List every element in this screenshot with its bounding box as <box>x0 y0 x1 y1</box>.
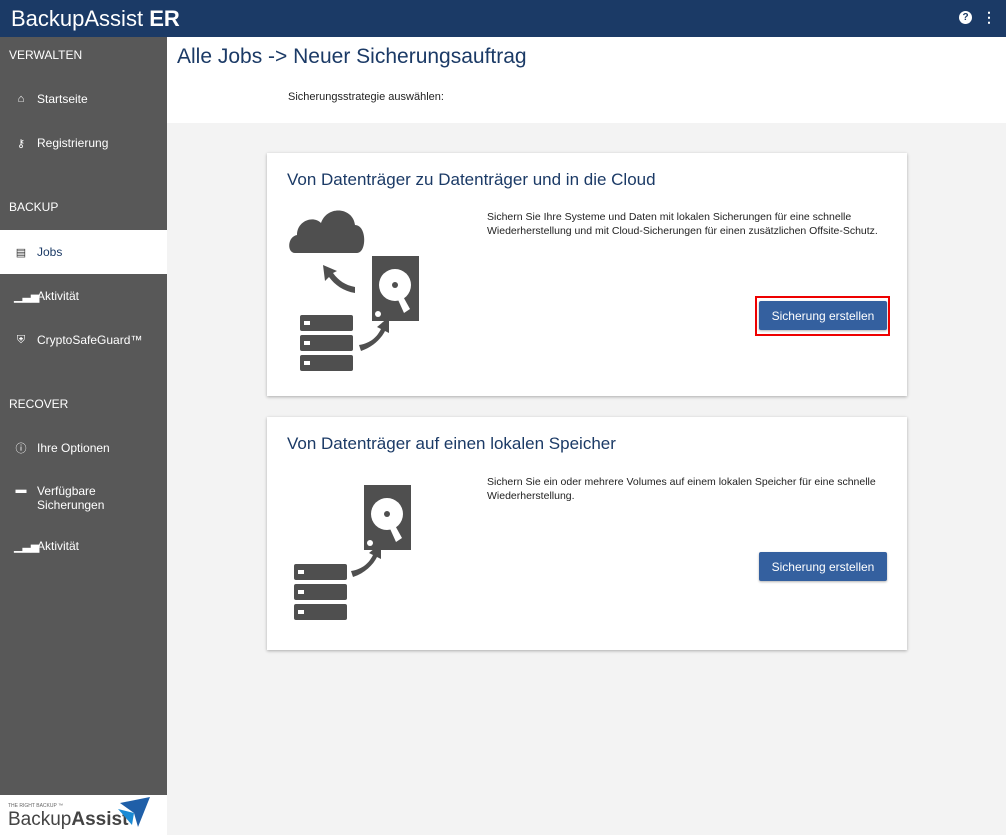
clipboard-icon: ▤ <box>15 246 27 259</box>
sidebar-item-registrierung[interactable]: ⚷ Registrierung <box>0 121 167 165</box>
sidebar-item-startseite[interactable]: ⌂ Startseite <box>0 77 167 121</box>
info-icon: ⓘ <box>15 443 27 455</box>
disk-to-disk-cloud-illustration <box>289 210 419 371</box>
sidebar-item-aktivitaet[interactable]: ▁▃▅ Aktivität <box>0 274 167 318</box>
page-title: Alle Jobs -> Neuer Sicherungsauftrag <box>177 45 527 68</box>
sidebar-item-aktivitaet-recover[interactable]: ▁▃▅ Aktivität <box>0 524 167 568</box>
create-backup-button-disk-cloud[interactable]: Sicherung erstellen <box>759 301 887 330</box>
logo-name-part: Backup <box>8 809 72 830</box>
drive-icon: ▬ <box>15 484 27 496</box>
shield-icon: ⛨ <box>16 333 26 346</box>
card-title: Von Datenträger auf einen lokalen Speich… <box>287 434 616 453</box>
home-icon: ⌂ <box>17 93 25 105</box>
section-recover: RECOVER <box>9 397 69 411</box>
chart-icon: ▁▃▅ <box>14 540 40 553</box>
help-icon[interactable]: ? <box>959 10 972 24</box>
brand-name: BackupAssist <box>11 6 144 31</box>
sidebar-item-label: Registrierung <box>37 136 109 150</box>
page-header: Alle Jobs -> Neuer Sicherungsauftrag Sic… <box>167 37 1006 123</box>
brand-suffix: ER <box>149 6 180 31</box>
sidebar-item-label: Ihre Optionen <box>37 441 110 455</box>
strategy-card-disk-cloud: Von Datenträger zu Datenträger und in di… <box>267 153 907 396</box>
chart-icon: ▁▃▅ <box>14 290 40 303</box>
sidebar-item-label: Aktivität <box>37 289 80 303</box>
sidebar-item-jobs[interactable]: ▤ Jobs <box>0 230 167 274</box>
card-title: Von Datenträger zu Datenträger und in di… <box>287 170 656 189</box>
section-verwalten: VERWALTEN <box>9 48 83 62</box>
disk-to-local-illustration <box>294 485 411 620</box>
app-header: BackupAssist ER ? ⋮ <box>0 0 1006 37</box>
page-subtitle: Sicherungsstrategie auswählen: <box>288 91 444 103</box>
sidebar-item-ihre-optionen[interactable]: ⓘ Ihre Optionen <box>0 426 167 470</box>
sidebar: VERWALTEN ⌂ Startseite ⚷ Registrierung BAC… <box>0 37 167 795</box>
sidebar-item-label: Verfügbare Sicherungen <box>37 484 105 512</box>
paper-plane-icon <box>118 797 150 827</box>
sidebar-item-label: Startseite <box>37 92 88 106</box>
sidebar-item-label: CryptoSafeGuard™ <box>37 333 143 347</box>
sidebar-item-label: Jobs <box>37 245 63 259</box>
section-backup: BACKUP <box>9 200 59 214</box>
sidebar-item-verfuegbare-sicherungen[interactable]: ▬ Verfügbare Sicherungen <box>0 475 167 519</box>
create-backup-button-local[interactable]: Sicherung erstellen <box>759 552 887 581</box>
card-description: Sichern Sie ein oder mehrere Volumes auf… <box>487 476 876 502</box>
app-brand: BackupAssist ER <box>11 6 180 32</box>
card-description: Sichern Sie Ihre Systeme und Daten mit l… <box>487 211 878 237</box>
strategy-card-local-storage: Von Datenträger auf einen lokalen Speich… <box>267 417 907 650</box>
key-icon: ⚷ <box>16 137 26 150</box>
logo-name: BackupAssist <box>8 809 128 831</box>
sidebar-item-cryptosafeguard[interactable]: ⛨ CryptoSafeGuard™ <box>0 318 167 362</box>
backupassist-logo: THE RIGHT BACKUP ™ BackupAssist <box>0 795 167 835</box>
sidebar-item-label: Aktivität <box>37 539 80 553</box>
more-menu-icon[interactable]: ⋮ <box>982 10 996 24</box>
